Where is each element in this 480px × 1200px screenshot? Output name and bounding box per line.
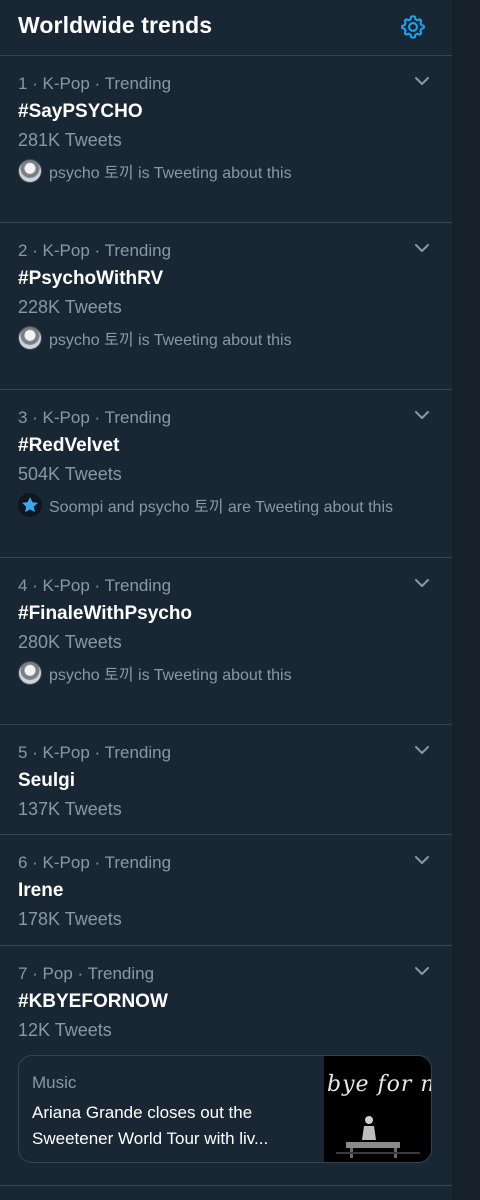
tweeting-text: psycho 토끼 is Tweeting about this [49,165,292,182]
trend-name[interactable]: #KBYEFORNOW [18,991,168,1013]
chevron-down-icon[interactable] [413,406,431,424]
tweeting-about: psycho 토끼 is Tweeting about this [18,661,292,685]
tweet-count: 12K Tweets [18,1020,112,1040]
trend-name[interactable]: Seulgi [18,770,75,792]
trend-item[interactable]: 3 · K-Pop · Trending #RedVelvet 504K Twe… [0,390,452,558]
tweet-count: 281K Tweets [18,130,122,150]
trend-name[interactable]: #PsychoWithRV [18,268,163,290]
trend-meta: 7 · Pop · Trending [18,964,155,983]
page-title: Worldwide trends [18,12,213,38]
tweet-count: 504K Tweets [18,464,122,484]
trend-name[interactable]: Irene [18,880,63,902]
trend-meta: 4 · K-Pop · Trending [18,576,172,595]
trend-name[interactable]: #SayPSYCHO [18,101,143,123]
trends-header: Worldwide trends [0,0,452,56]
trend-item[interactable]: 7 · Pop · Trending #KBYEFORNOW 12K Tweet… [0,946,452,1186]
trends-panel: Worldwide trends 1 · K-Pop · Trending #S… [0,0,452,1200]
star-icon [18,493,42,517]
trend-meta: 6 · K-Pop · Trending [18,853,172,872]
trend-item[interactable]: 5 · K-Pop · Trending Seulgi 137K Tweets [0,725,452,835]
user-avatar [18,159,42,183]
trend-name[interactable]: #FinaleWithPsycho [18,603,192,625]
user-avatar [18,326,42,350]
card-headline[interactable]: Ariana Grande closes out the Sweetener W… [32,1100,317,1152]
trend-item[interactable]: 2 · K-Pop · Trending #PsychoWithRV 228K … [0,223,452,390]
tweet-count: 228K Tweets [18,297,122,317]
chevron-down-icon[interactable] [413,741,431,759]
card-thumbnail: bye for now [324,1056,431,1162]
tweeting-text: Soompi and psycho 토끼 are Tweeting about … [49,499,394,516]
chevron-down-icon[interactable] [413,962,431,980]
news-card[interactable]: Music Ariana Grande closes out the Sweet… [18,1055,432,1163]
chevron-down-icon[interactable] [413,574,431,592]
tweeting-about: psycho 토끼 is Tweeting about this [18,326,292,350]
trend-meta: 3 · K-Pop · Trending [18,408,172,427]
trend-name[interactable]: #RedVelvet [18,435,119,457]
gear-icon[interactable] [399,13,427,41]
card-category: Music [32,1073,77,1092]
trend-item[interactable]: 6 · K-Pop · Trending Irene 178K Tweets [0,835,452,946]
tweet-count: 280K Tweets [18,632,122,652]
chevron-down-icon[interactable] [413,72,431,90]
stage-figure-icon [336,1116,420,1158]
trend-meta: 2 · K-Pop · Trending [18,241,172,260]
trend-meta: 1 · K-Pop · Trending [18,74,172,93]
trend-item[interactable]: 1 · K-Pop · Trending #SayPSYCHO 281K Twe… [0,56,452,223]
tweet-count: 137K Tweets [18,799,122,819]
tweeting-about: psycho 토끼 is Tweeting about this [18,159,292,183]
trend-meta: 5 · K-Pop · Trending [18,743,172,762]
tweet-count: 178K Tweets [18,909,122,929]
user-avatar [18,661,42,685]
chevron-down-icon[interactable] [413,851,431,869]
tweeting-text: psycho 토끼 is Tweeting about this [49,667,292,684]
chevron-down-icon[interactable] [413,239,431,257]
tweeting-about: Soompi and psycho 토끼 are Tweeting about … [18,493,393,517]
trend-item[interactable]: 4 · K-Pop · Trending #FinaleWithPsycho 2… [0,558,452,725]
page-background [452,0,480,1200]
tweeting-text: psycho 토끼 is Tweeting about this [49,332,292,349]
